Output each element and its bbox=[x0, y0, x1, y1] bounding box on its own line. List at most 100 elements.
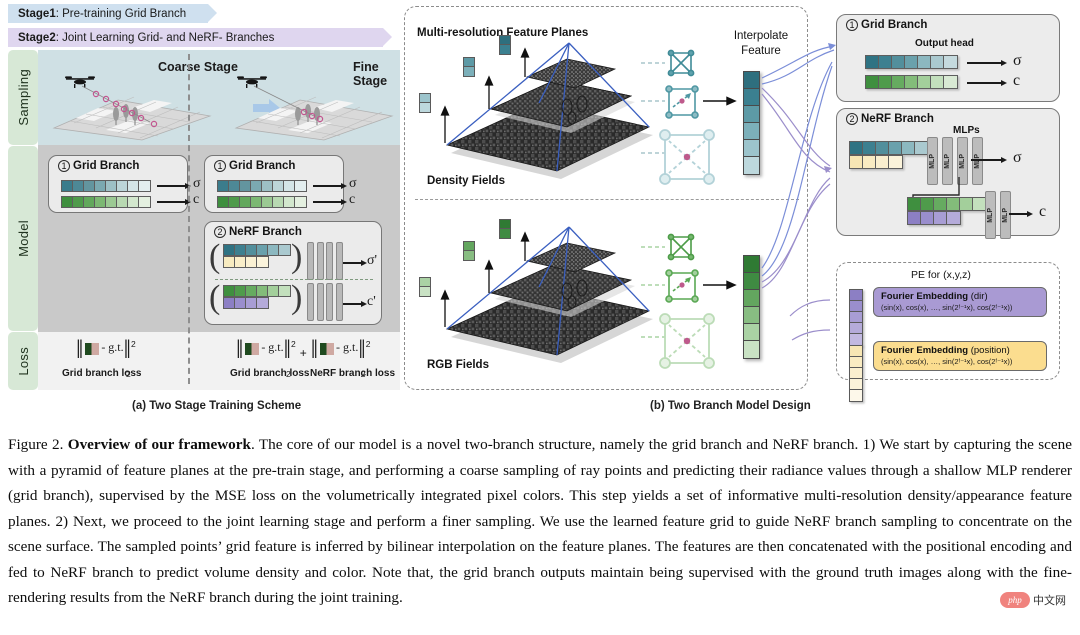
mlp-block-label: MLP bbox=[944, 153, 951, 169]
stage1-banner: Stage1 : Pre-training Grid Branch bbox=[8, 4, 217, 23]
vector-cell bbox=[744, 307, 759, 324]
vector-cell bbox=[62, 181, 73, 191]
branch-title-text: Grid Branch bbox=[73, 160, 140, 172]
vector-cell bbox=[879, 76, 892, 88]
vector-cell bbox=[908, 198, 921, 210]
vector-cell bbox=[500, 220, 510, 229]
vector-cell bbox=[235, 257, 246, 267]
loss-exponent: 2 bbox=[290, 339, 296, 349]
vector-cell bbox=[744, 256, 759, 273]
vector-cell bbox=[918, 76, 931, 88]
branch-title-text: NeRF Branch bbox=[229, 226, 302, 238]
fine-grid-branch-card: 1 Grid Branch σ c bbox=[204, 155, 357, 213]
vector-cell bbox=[850, 142, 863, 154]
color-output-label: c bbox=[1013, 72, 1021, 89]
pe-position-vector bbox=[849, 345, 863, 402]
vector-cell bbox=[224, 257, 235, 267]
vector-cell bbox=[268, 286, 279, 296]
vector-cell bbox=[262, 181, 273, 191]
branch-number-badge: 1 bbox=[58, 160, 70, 172]
vector-cell bbox=[850, 334, 862, 345]
vector-cell bbox=[95, 197, 106, 207]
nerf-position-pe-vector bbox=[223, 256, 269, 268]
grid-branch-output-card: 1 Grid Branch Output head σ c bbox=[836, 14, 1060, 102]
coarse-sampling-scene bbox=[46, 70, 218, 147]
color-feature-vector bbox=[217, 196, 307, 208]
vector-cell bbox=[931, 56, 944, 68]
rgb-level1-feature bbox=[419, 277, 431, 297]
vector-cell bbox=[500, 229, 510, 238]
density-level1-feature bbox=[419, 93, 431, 113]
branch-title-text: NeRF Branch bbox=[861, 113, 934, 125]
fourier-embedding-position-box: Fourier Embedding (position) (sin(x), co… bbox=[873, 341, 1047, 371]
rgb-interpolated-feature-column bbox=[743, 255, 760, 359]
stage-divider bbox=[188, 54, 190, 384]
vector-cell bbox=[420, 278, 430, 287]
positional-encoding-card: PE for (x,y,z) Fourier Embedding (dir) (… bbox=[836, 262, 1060, 402]
vector-cell bbox=[279, 245, 290, 255]
nerf-dir-pe-vector bbox=[907, 211, 961, 225]
vector-cell bbox=[420, 103, 430, 112]
coarse-grid-branch-card: 1 Grid Branch σ c bbox=[48, 155, 201, 213]
sigma-arrow-icon bbox=[313, 183, 347, 189]
nerf-color-mlp-stack bbox=[307, 283, 343, 321]
row-label-sampling-text: Sampling bbox=[15, 69, 31, 126]
color-arrow-icon bbox=[157, 199, 191, 205]
density-feature-vector bbox=[61, 180, 151, 192]
vector-cell bbox=[218, 197, 229, 207]
mlp-block-label: MLP bbox=[1002, 207, 1009, 223]
nerf-density-grid-vector bbox=[849, 141, 929, 155]
mlp-block-label: MLP bbox=[959, 153, 966, 169]
color-arrow-icon bbox=[967, 80, 1007, 86]
vector-cell bbox=[850, 379, 862, 390]
loss-row: ‖ - g.t. ‖ 2 2 Grid branch loss ‖ - g.t.… bbox=[38, 332, 400, 390]
vector-cell bbox=[902, 142, 915, 154]
norm-bar-icon: ‖ bbox=[310, 335, 319, 364]
vector-cell bbox=[879, 56, 892, 68]
fourier-position-title-rest: (position) bbox=[968, 345, 1010, 356]
mlp-block-label: MLP bbox=[987, 207, 994, 223]
vector-cell bbox=[106, 197, 117, 207]
interpolate-line1: Interpolate bbox=[733, 30, 789, 42]
loss-plus-sign: + bbox=[299, 346, 307, 360]
grid-density-vector bbox=[865, 55, 958, 69]
interpolate-line2: Feature bbox=[741, 45, 781, 57]
branch-number-badge: 1 bbox=[214, 160, 226, 172]
sigma-arrow-icon bbox=[157, 183, 191, 189]
ground-truth-label: - g.t. bbox=[261, 340, 284, 354]
vector-cell bbox=[744, 123, 759, 140]
vector-cell bbox=[500, 45, 510, 54]
branch-title-text: Grid Branch bbox=[861, 19, 928, 31]
panel-b-subcaption: (b) Two Branch Model Design bbox=[650, 400, 811, 412]
coarse-scene-illustration bbox=[52, 76, 212, 141]
vector-cell bbox=[257, 298, 268, 308]
vector-cell bbox=[117, 197, 128, 207]
pe-title: PE for (x,y,z) bbox=[911, 269, 971, 281]
vector-cell bbox=[744, 89, 759, 106]
vector-cell bbox=[257, 245, 268, 255]
fourier-position-formula: (sin(x), cos(x), …, sin(2ᶠ⁻¹x), cos(2ᶠ⁻¹… bbox=[881, 357, 1013, 366]
vector-cell bbox=[262, 197, 273, 207]
color-prime-arrow-icon bbox=[343, 301, 367, 307]
sigma-arrow-icon bbox=[971, 157, 1007, 163]
vector-cell bbox=[268, 245, 279, 255]
vector-cell bbox=[947, 198, 960, 210]
rendered-color-chip bbox=[245, 343, 260, 355]
vector-cell bbox=[106, 181, 117, 191]
watermark-text: 中文网 bbox=[1033, 595, 1066, 607]
fine-nerf-branch-title: 2 NeRF Branch bbox=[214, 226, 302, 238]
fourier-dir-formula: (sin(x), cos(x), …, sin(2ᶠ⁻¹x), cos(2ᶠ⁻¹… bbox=[881, 303, 1013, 312]
stage2-banner: Stage2 : Joint Learning Grid- and NeRF- … bbox=[8, 28, 392, 47]
nerf-color-mlp-stack: MLP MLP bbox=[985, 191, 1011, 239]
grid-branch-card-title: 1 Grid Branch bbox=[846, 19, 927, 31]
vector-cell bbox=[850, 357, 862, 368]
density-interpolated-feature-column bbox=[743, 71, 760, 175]
caption-bold-title: Overview of our framework bbox=[67, 436, 251, 453]
vector-cell bbox=[892, 56, 905, 68]
vector-cell bbox=[863, 156, 876, 168]
color-output-label: c bbox=[349, 192, 356, 207]
row-label-loss: Loss bbox=[8, 332, 38, 390]
vector-cell bbox=[908, 212, 921, 224]
stage2-text: : Joint Learning Grid- and NeRF- Branche… bbox=[55, 31, 275, 44]
vector-cell bbox=[744, 72, 759, 89]
